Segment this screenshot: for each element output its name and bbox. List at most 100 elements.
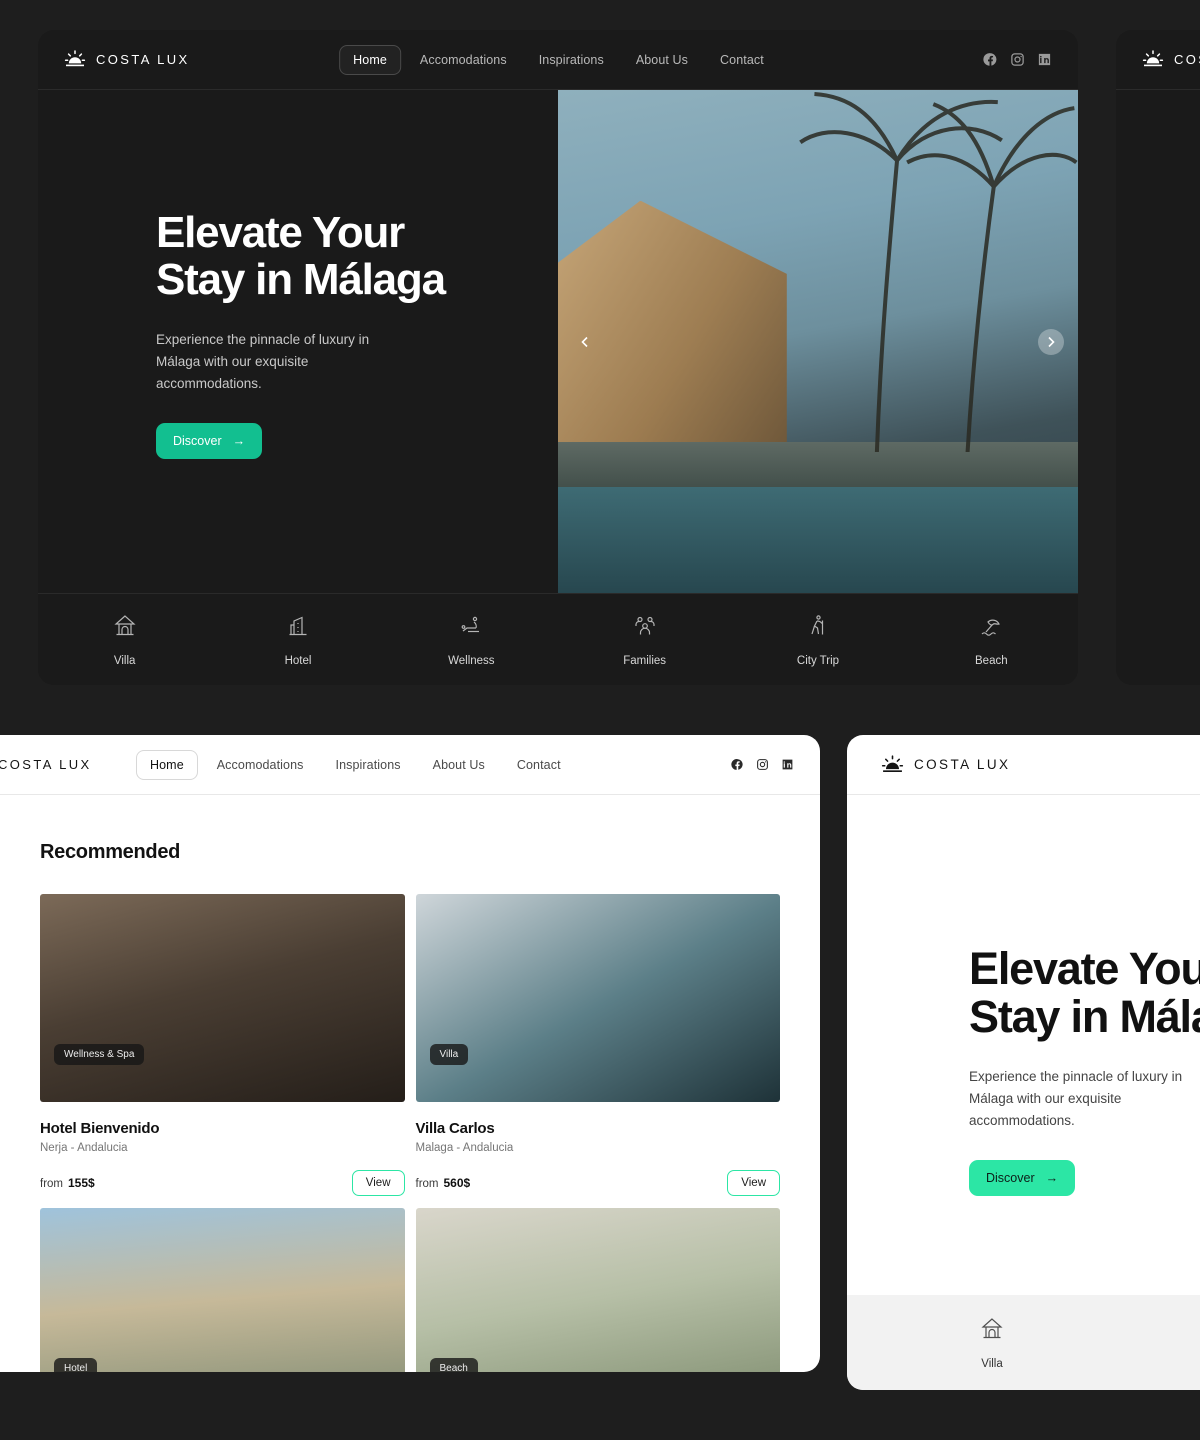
price-value: 155$ bbox=[68, 1176, 95, 1190]
category-label: Hotel bbox=[284, 654, 312, 667]
hero-section-dark: Elevate Your Stay in Málaga Experience t… bbox=[38, 90, 1078, 593]
card-title: Hotel Bienvenido bbox=[40, 1120, 160, 1137]
hero-image-carousel bbox=[558, 90, 1078, 593]
brand-partial[interactable]: COSTA LUX bbox=[1142, 50, 1200, 69]
brand-light-hero[interactable]: COSTA LUX bbox=[881, 754, 1011, 775]
beach-umbrella-icon bbox=[981, 619, 1001, 636]
category-strip-dark: Villa Hotel Wellness Families City Trip … bbox=[38, 593, 1078, 684]
sunrise-icon bbox=[64, 50, 86, 67]
view-button[interactable]: View bbox=[351, 1170, 405, 1196]
category-villa[interactable]: Villa bbox=[38, 612, 211, 667]
card-location: Nerja - Andalucia bbox=[40, 1142, 128, 1154]
instagram-icon[interactable] bbox=[756, 758, 769, 771]
hiker-icon bbox=[811, 614, 824, 634]
linkedin-icon[interactable] bbox=[781, 758, 794, 771]
card-footer: from 155$ View bbox=[40, 1170, 405, 1196]
view-button[interactable]: View bbox=[727, 1170, 780, 1196]
facebook-icon[interactable] bbox=[731, 758, 744, 771]
hero-title-light: Elevate Your Stay in Málaga bbox=[969, 943, 1200, 1042]
discover-label-light: Discover bbox=[986, 1170, 1035, 1185]
category-label: City Trip bbox=[796, 654, 840, 667]
category-city-trip[interactable]: City Trip bbox=[731, 612, 904, 667]
pagoda-icon bbox=[114, 614, 136, 635]
accommodation-card[interactable]: Villa Villa Carlos Malaga - Andalucia fr… bbox=[415, 894, 780, 1196]
linkedin-icon[interactable] bbox=[1037, 52, 1052, 67]
accommodation-card[interactable]: Hotel bbox=[40, 1208, 405, 1372]
card-image: Hotel bbox=[40, 1208, 405, 1372]
price-from-label: from bbox=[415, 1178, 439, 1190]
card-title: Villa Carlos bbox=[415, 1120, 495, 1137]
card-badge: Beach bbox=[429, 1358, 478, 1372]
discover-label-dark: Discover bbox=[173, 433, 222, 448]
brand-dark[interactable]: COSTA LUX bbox=[64, 50, 190, 69]
instagram-icon[interactable] bbox=[1010, 52, 1025, 67]
category-beach[interactable]: Beach bbox=[905, 612, 1078, 667]
sunrise-icon bbox=[881, 754, 904, 772]
category-label: Families bbox=[623, 654, 667, 667]
category-label: Villa bbox=[981, 1358, 1003, 1370]
card-badge: Hotel bbox=[54, 1358, 98, 1372]
pagoda-icon bbox=[981, 1318, 1003, 1339]
arrow-right-icon: → bbox=[232, 433, 246, 448]
card-footer: from 560$ View bbox=[416, 1170, 780, 1196]
card-price: from 560$ bbox=[416, 1176, 471, 1190]
category-wellness[interactable]: Wellness bbox=[385, 612, 558, 667]
accommodation-card[interactable]: Beach bbox=[415, 1208, 780, 1372]
panel-dark-home: COSTA LUX Home Accomodations Inspiration… bbox=[38, 30, 1078, 685]
category-hotel[interactable]: Hotel bbox=[1137, 1315, 1200, 1370]
nav-item-accomodations[interactable]: Accomodations bbox=[407, 46, 520, 74]
recommended-heading: Recommended bbox=[40, 841, 181, 863]
screenshot-stage: COSTA LUX COSTA LUX Home Accomodations I… bbox=[0, 0, 1200, 1440]
social-links-dark bbox=[983, 52, 1052, 67]
nav-item-about-us[interactable]: About Us bbox=[420, 751, 498, 779]
panel-dark-partial-right: COSTA LUX bbox=[1116, 30, 1200, 685]
hero-title-dark: Elevate Your Stay in Málaga bbox=[156, 208, 446, 304]
social-links-light bbox=[731, 758, 794, 771]
panel-light-hero: COSTA LUX Elevate Your Stay in Málaga Ex… bbox=[847, 735, 1200, 1390]
brand-name-dark: COSTA LUX bbox=[96, 52, 190, 67]
nav-item-inspirations[interactable]: Inspirations bbox=[526, 46, 617, 74]
chevron-right-icon bbox=[1048, 336, 1055, 347]
discover-button-dark[interactable]: Discover → bbox=[156, 422, 263, 459]
brand-name-light-hero: COSTA LUX bbox=[914, 757, 1011, 772]
group-icon bbox=[635, 616, 655, 634]
massage-icon bbox=[461, 616, 480, 632]
hero-subtitle-light: Experience the pinnacle of luxury in Mál… bbox=[969, 1069, 1183, 1129]
nav-item-home[interactable]: Home bbox=[339, 44, 401, 75]
building-icon bbox=[289, 616, 307, 635]
nav-item-contact[interactable]: Contact bbox=[707, 46, 777, 74]
nav-item-home[interactable]: Home bbox=[136, 749, 198, 780]
price-value: 560$ bbox=[443, 1176, 471, 1190]
hero-photo-pool bbox=[558, 487, 1078, 593]
hero-photo-palms bbox=[798, 92, 1078, 453]
discover-button-light[interactable]: Discover → bbox=[969, 1159, 1076, 1196]
nav-item-about-us[interactable]: About Us bbox=[623, 46, 701, 74]
main-navigation-dark: Home Accomodations Inspirations About Us… bbox=[339, 44, 777, 75]
brand-name-partial: COSTA LUX bbox=[1174, 52, 1200, 67]
card-badge: Villa bbox=[429, 1044, 469, 1065]
topbar-partial: COSTA LUX bbox=[1116, 30, 1200, 90]
price-from-label: from bbox=[40, 1178, 63, 1190]
carousel-next-button[interactable] bbox=[1038, 328, 1064, 355]
facebook-icon[interactable] bbox=[983, 52, 998, 67]
category-hotel[interactable]: Hotel bbox=[211, 612, 384, 667]
hero-subtitle-dark: Experience the pinnacle of luxury in Mál… bbox=[156, 332, 370, 391]
category-villa[interactable]: Villa bbox=[847, 1315, 1137, 1370]
hero-section-light: Elevate Your Stay in Málaga Experience t… bbox=[847, 795, 1200, 1295]
topbar-light-hero: COSTA LUX bbox=[847, 735, 1200, 795]
nav-item-inspirations[interactable]: Inspirations bbox=[323, 751, 414, 779]
nav-item-contact[interactable]: Contact bbox=[504, 751, 574, 779]
topbar-dark: COSTA LUX Home Accomodations Inspiration… bbox=[38, 30, 1078, 90]
accommodation-card[interactable]: Wellness & Spa Hotel Bienvenido Nerja - … bbox=[40, 894, 405, 1196]
category-families[interactable]: Families bbox=[558, 612, 731, 667]
nav-item-accomodations[interactable]: Accomodations bbox=[204, 751, 317, 779]
sunrise-icon bbox=[1142, 50, 1164, 67]
carousel-prev-button[interactable] bbox=[572, 329, 598, 355]
hero-copy-dark: Elevate Your Stay in Málaga Experience t… bbox=[38, 90, 558, 593]
topbar-light-recommended: COSTA LUX Home Accomodations Inspiration… bbox=[0, 735, 820, 795]
panel-light-recommended: COSTA LUX Home Accomodations Inspiration… bbox=[0, 735, 820, 1372]
card-image: Beach bbox=[415, 1208, 780, 1372]
brand-light-recommended[interactable]: COSTA LUX bbox=[0, 755, 92, 774]
category-label: Beach bbox=[975, 654, 1008, 667]
card-image: Villa bbox=[415, 894, 780, 1102]
